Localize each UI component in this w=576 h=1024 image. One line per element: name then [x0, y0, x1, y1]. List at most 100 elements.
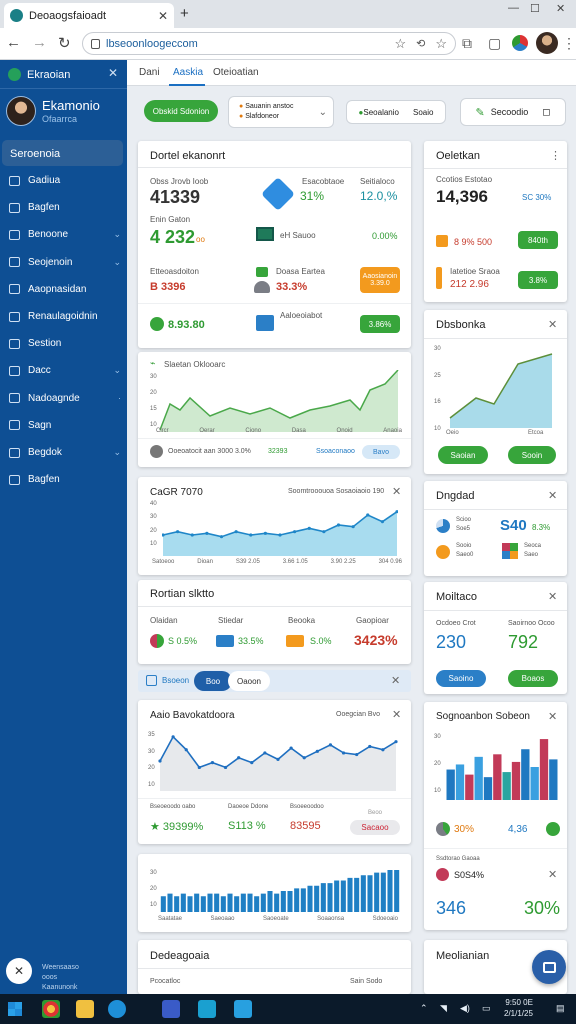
- sidebar-profile[interactable]: [6, 96, 36, 126]
- sidebar-item-label: Aaopnasidan: [28, 283, 87, 295]
- close-tab-icon[interactable]: ✕: [158, 9, 168, 23]
- ov-row3-icon-label: Doasa Eartea: [276, 267, 325, 276]
- app-icon-2[interactable]: [198, 1000, 216, 1018]
- close-icon-5[interactable]: ✕: [392, 708, 401, 721]
- sidebar-item-label: Sagn: [28, 419, 52, 431]
- sidebar-item-7[interactable]: Sestion: [9, 338, 121, 349]
- line-card-1-foot-link[interactable]: Ssoaconaoo: [316, 448, 355, 455]
- battery-icon[interactable]: ▭: [482, 1003, 491, 1014]
- histogram-bar: [174, 896, 180, 912]
- line-card-1-foot-chip[interactable]: Bavo: [362, 445, 400, 459]
- status-chip[interactable]: ● Seoalanio Soaio: [346, 100, 446, 124]
- secondary-action-button[interactable]: ✎ Secoodio ◻: [460, 98, 566, 126]
- address-bar[interactable]: lbseoonloogeccom ☆ ⟲ ☆: [82, 32, 456, 55]
- minimize-icon[interactable]: —: [508, 2, 519, 14]
- notification-icon[interactable]: ▤: [556, 1003, 565, 1014]
- histogram-bar: [360, 875, 366, 912]
- sidebar-item-11[interactable]: Begdok ⌄: [9, 447, 121, 458]
- overview-card: Dortel ekanonrt Obss Jrovb Ioob 41339 Es…: [138, 141, 411, 348]
- lc2-foot-4-chip[interactable]: Sacaoo: [350, 820, 400, 835]
- sidebar-item-8[interactable]: Dacc ⌄: [9, 365, 121, 376]
- extensions-icon[interactable]: ⧉: [462, 35, 472, 52]
- chrome-icon[interactable]: [42, 1000, 60, 1018]
- footer-close-icon[interactable]: ✕: [6, 958, 32, 984]
- sidebar-item-label: Bagfen: [28, 202, 60, 214]
- side-card-4-button-1[interactable]: Saoino: [436, 670, 486, 687]
- line-card-2-point: [289, 746, 293, 750]
- collections-icon[interactable]: ▢: [488, 35, 501, 52]
- back-icon[interactable]: ←: [6, 34, 21, 51]
- file-explorer-icon[interactable]: [76, 1000, 94, 1018]
- area-card-point: [176, 530, 180, 534]
- sidebar-item-label: Sestion: [28, 338, 62, 350]
- close-icon-6[interactable]: ✕: [548, 710, 557, 723]
- histogram-bar: [334, 880, 340, 912]
- filter-chip-1[interactable]: Boo: [194, 671, 232, 691]
- close-icon-4[interactable]: ✕: [548, 590, 557, 603]
- maximize-icon[interactable]: ☐: [530, 2, 540, 15]
- app-icon-1[interactable]: [162, 1000, 180, 1018]
- profile-name: Ekamonio: [42, 98, 100, 113]
- close-icon-3[interactable]: ✕: [548, 489, 557, 502]
- forward-icon[interactable]: →: [32, 34, 47, 51]
- profile-sync-icon[interactable]: [512, 35, 528, 51]
- filter-dropdown[interactable]: ● Sauanin anstoc ● Slafdoneor ⌄: [228, 96, 334, 128]
- lc2-y-tick-3: 10: [148, 781, 155, 788]
- app-icon-3[interactable]: [234, 1000, 252, 1018]
- ov-row3-badge-value: 3.39.0: [370, 280, 390, 287]
- ov-row4-badge[interactable]: 3.86%: [360, 315, 400, 333]
- sidebar-item-4[interactable]: Seojenoin ⌄: [9, 257, 121, 268]
- more-options-icon[interactable]: ⋮: [550, 149, 561, 162]
- sidebar-item-1[interactable]: Gadiua: [9, 175, 121, 186]
- network-icon[interactable]: ◥: [440, 1003, 447, 1014]
- sidebar-item-6[interactable]: Renaulagoidnin: [9, 311, 121, 322]
- close-icon[interactable]: ✕: [548, 318, 557, 331]
- sidebar-item-5[interactable]: Aaopnasidan: [9, 284, 121, 295]
- sidebar-item-12[interactable]: Bagfen: [9, 474, 121, 485]
- tab-aaskia[interactable]: Aaskia: [173, 67, 203, 78]
- favorites-icon[interactable]: ☆: [435, 36, 447, 52]
- sidebar-item-10[interactable]: Sagn: [9, 420, 121, 431]
- volume-icon[interactable]: ◀): [460, 1003, 470, 1014]
- browser-tab[interactable]: Deoaogsfaioadt ✕: [4, 3, 174, 28]
- histogram-bar: [194, 893, 200, 912]
- menu-dots-icon[interactable]: ⋮: [562, 35, 576, 52]
- side-card-2-button-2[interactable]: Sooin: [508, 446, 556, 464]
- bookmark-star-icon[interactable]: ☆: [394, 36, 406, 52]
- tab-dani[interactable]: Dani: [139, 67, 160, 78]
- histogram-bar: [267, 891, 273, 912]
- histogram-bar: [307, 885, 313, 912]
- pie-icon-2: [436, 822, 450, 836]
- close-icon-7[interactable]: ✕: [548, 868, 557, 881]
- sidebar-close-icon[interactable]: ✕: [108, 66, 118, 80]
- filter-chip-2[interactable]: Oaoon: [228, 671, 270, 691]
- start-icon[interactable]: [8, 1002, 22, 1016]
- sidebar-item-3[interactable]: Benoone ⌄: [9, 229, 121, 240]
- close-icon-2[interactable]: ✕: [392, 485, 401, 498]
- sidebar-brand[interactable]: Ekraoian: [8, 68, 70, 81]
- sidebar-item-9[interactable]: Nadoagnde ·: [9, 393, 121, 404]
- primary-action-button[interactable]: Obskid Sdonion: [144, 100, 218, 122]
- tab-oteioatian[interactable]: Oteioatian: [213, 67, 259, 78]
- close-window-icon[interactable]: ✕: [556, 2, 565, 15]
- share-icon[interactable]: ⟲: [416, 37, 425, 50]
- user-avatar[interactable]: [536, 32, 558, 54]
- side-card-4-button-2[interactable]: Boaos: [508, 670, 558, 687]
- reload-icon[interactable]: ↻: [58, 34, 71, 52]
- ov-row3-badge[interactable]: Aaosianoin 3.39.0: [360, 267, 400, 293]
- side-card-1-row3-badge[interactable]: 3.8%: [518, 271, 558, 289]
- area-card-point: [322, 530, 326, 534]
- sidebar-item-icon: [9, 202, 20, 213]
- edge-icon[interactable]: [108, 1000, 126, 1018]
- tray-chevron-icon[interactable]: ⌃: [420, 1003, 428, 1014]
- side-card-2-button-1[interactable]: Saoian: [438, 446, 488, 464]
- new-tab-button[interactable]: +: [180, 5, 189, 22]
- filter-close-icon[interactable]: ✕: [391, 674, 400, 687]
- floating-action-button[interactable]: [532, 950, 566, 984]
- summary-item-4-label: Gaopioar: [356, 616, 389, 625]
- diamond-icon: [261, 177, 295, 211]
- clock[interactable]: 9:50 0E 2/1/1/25: [504, 997, 533, 1019]
- browser-tab-title: Deoaogsfaioadt: [29, 9, 107, 22]
- side-card-1-row2-badge[interactable]: 840th: [518, 231, 558, 249]
- sidebar-item-2[interactable]: Bagfen: [9, 202, 121, 213]
